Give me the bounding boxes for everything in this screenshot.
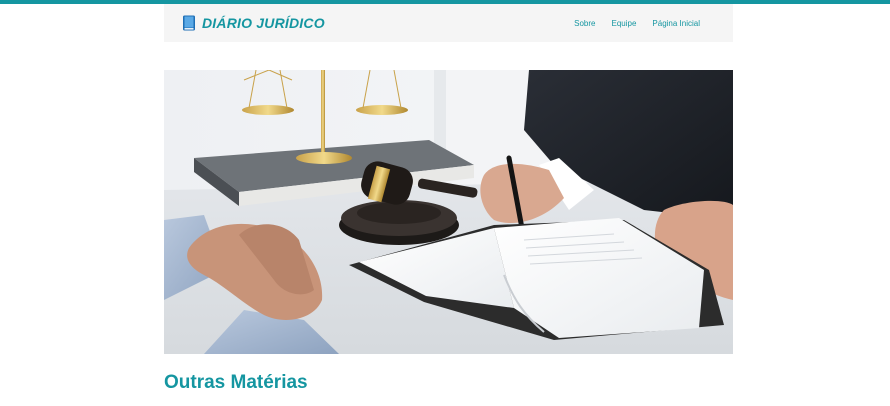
legal-meeting-photo bbox=[164, 70, 733, 354]
hero-image bbox=[164, 70, 733, 354]
brand-link[interactable]: DIÁRIO JURÍDICO bbox=[182, 4, 325, 42]
navbar: DIÁRIO JURÍDICO Sobre Equipe Página Inic… bbox=[164, 4, 733, 42]
section-title-outras-materias: Outras Matérias bbox=[164, 372, 308, 393]
nav-link-equipe[interactable]: Equipe bbox=[611, 19, 636, 28]
brand-name: DIÁRIO JURÍDICO bbox=[202, 15, 325, 31]
nav-links: Sobre Equipe Página Inicial bbox=[558, 4, 700, 42]
book-icon bbox=[183, 15, 195, 31]
nav-link-sobre[interactable]: Sobre bbox=[574, 19, 595, 28]
nav-link-pagina-inicial[interactable]: Página Inicial bbox=[652, 19, 700, 28]
